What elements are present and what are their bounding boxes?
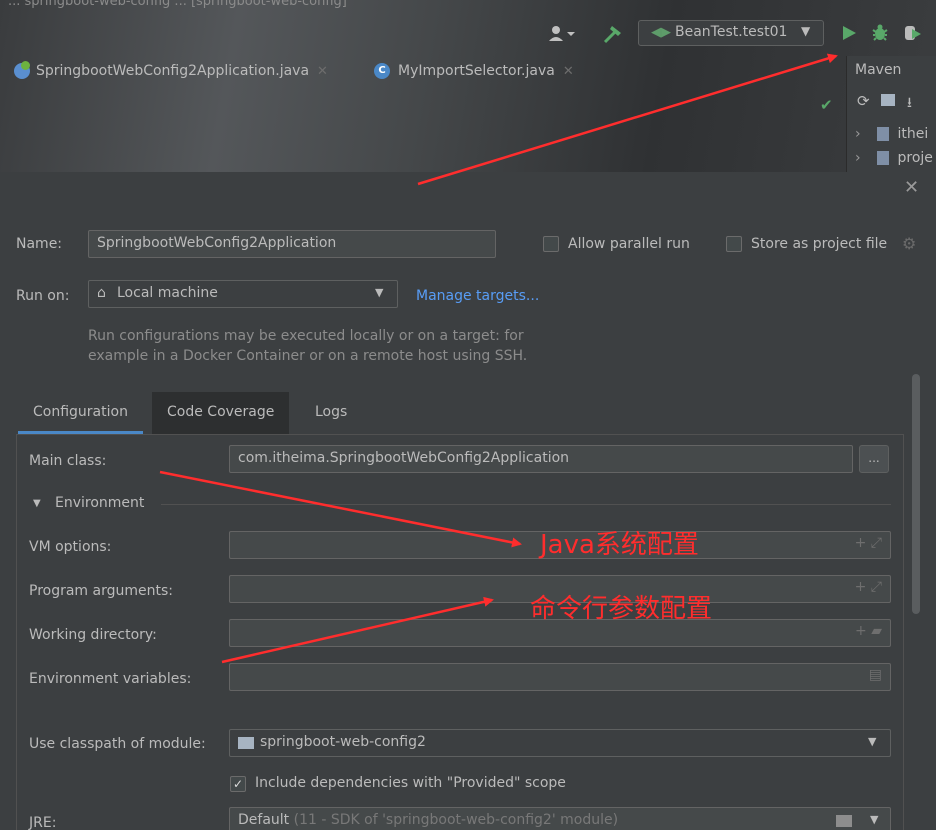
arrow-to-program-args [221,596,494,664]
annotation-arrows [159,53,838,664]
arrow-to-vm-options [159,470,522,548]
annotation-cmd-config: 命令行参数配置 [530,594,713,624]
arrow-to-run-button [417,53,838,186]
annotation-java-config: Java系统配置 [540,530,699,560]
